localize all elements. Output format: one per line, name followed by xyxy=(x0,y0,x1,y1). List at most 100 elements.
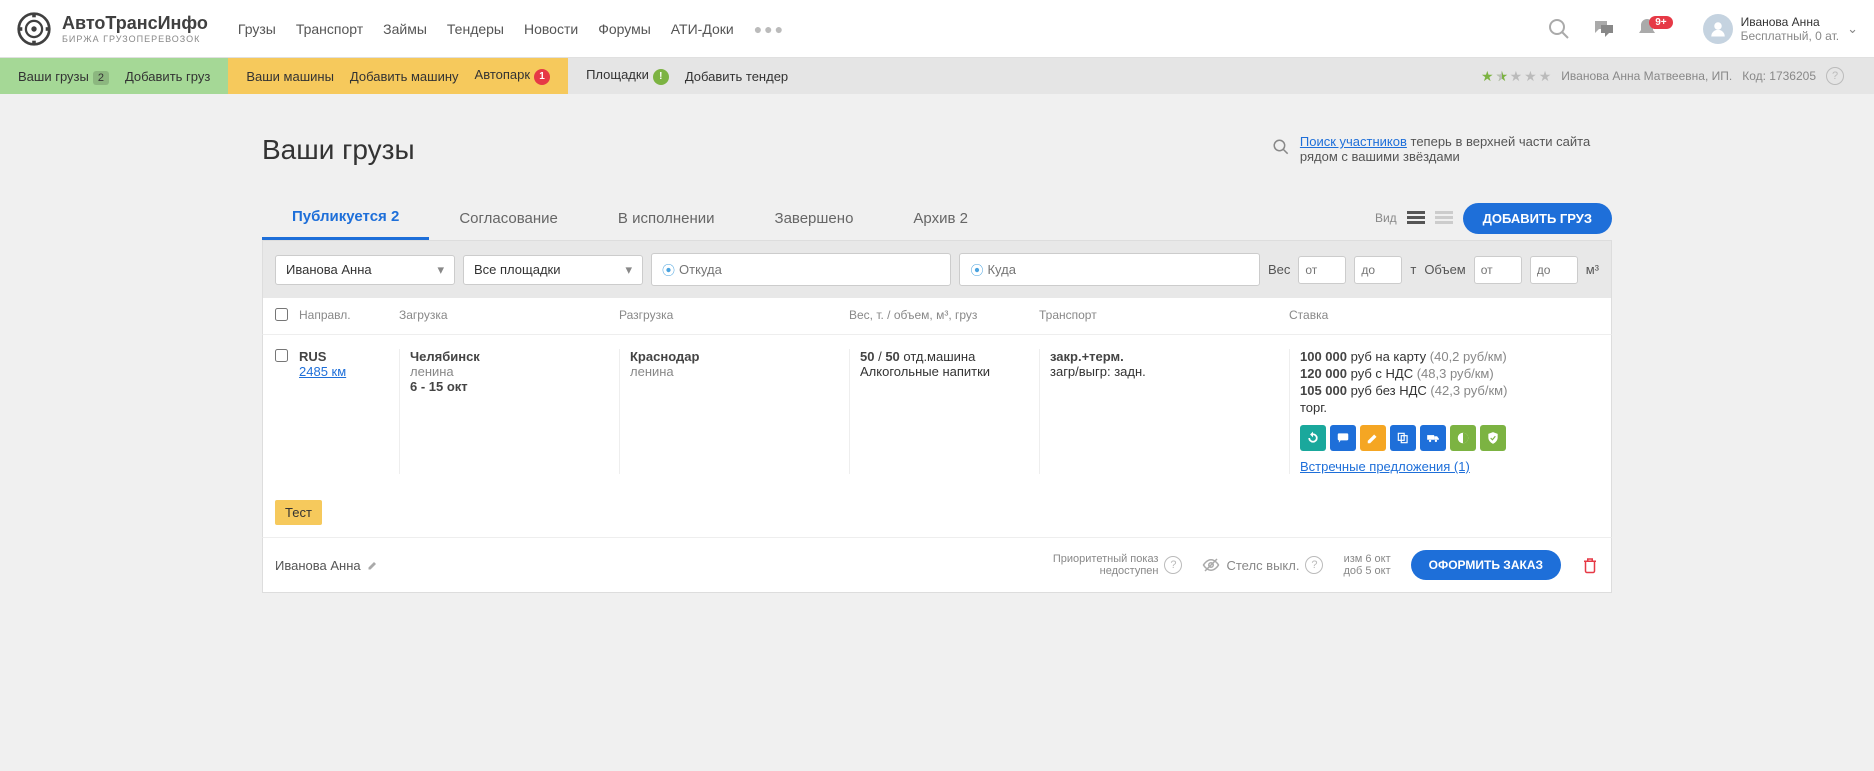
volume-unit: м³ xyxy=(1586,262,1599,277)
help-icon[interactable]: ? xyxy=(1164,556,1182,574)
account-name: Иванова Анна Матвеевна, ИП. xyxy=(1561,69,1732,83)
nav-more[interactable]: ●●● xyxy=(754,21,785,37)
country: RUS xyxy=(299,349,399,364)
owner-name: Иванова Анна xyxy=(275,558,361,573)
contrast-icon[interactable] xyxy=(1450,425,1476,451)
filter-user-select[interactable]: Иванова Анна▾ xyxy=(275,255,455,285)
filter-from-input[interactable]: ⦿ xyxy=(651,253,951,286)
subnav-your-vehicles[interactable]: Ваши машины xyxy=(246,69,334,84)
main-nav: Грузы Транспорт Займы Тендеры Новости Фо… xyxy=(238,21,785,37)
unload-city: Краснодар xyxy=(630,349,849,364)
row-footer: Иванова Анна Приоритетный показ недоступ… xyxy=(262,537,1612,593)
eye-off-icon xyxy=(1202,556,1220,574)
sub-nav: Ваши грузы2 Добавить груз Ваши машины До… xyxy=(0,58,1874,94)
subnav-add-cargo[interactable]: Добавить груз xyxy=(125,69,210,84)
tab-agreement[interactable]: Согласование xyxy=(429,198,588,239)
cargo-type: Алкогольные напитки xyxy=(860,364,1039,379)
volume-to-input[interactable] xyxy=(1530,256,1578,284)
weight-to-input[interactable] xyxy=(1354,256,1402,284)
nav-news[interactable]: Новости xyxy=(524,21,578,37)
shield-icon[interactable] xyxy=(1480,425,1506,451)
help-icon[interactable]: ? xyxy=(1305,556,1323,574)
th-weight: Вес, т. / объем, м³, груз xyxy=(849,308,1039,324)
comment-icon[interactable] xyxy=(1330,425,1356,451)
row-checkbox[interactable] xyxy=(275,349,288,362)
weight-unit: т xyxy=(1410,262,1416,277)
weight-from-input[interactable] xyxy=(1298,256,1346,284)
th-transport: Транспорт xyxy=(1039,308,1289,324)
th-unload: Разгрузка xyxy=(619,308,849,324)
weight-label: Вес xyxy=(1268,262,1290,277)
user-menu[interactable]: Иванова Анна Бесплатный, 0 ат. ⌄ xyxy=(1703,14,1858,44)
load-address: ленина xyxy=(410,364,619,379)
tab-archive[interactable]: Архив 2 xyxy=(883,198,998,239)
notice-link[interactable]: Поиск участников xyxy=(1300,134,1407,149)
nav-transport[interactable]: Транспорт xyxy=(296,21,363,37)
logo-subtitle: БИРЖА ГРУЗОПЕРЕВОЗОК xyxy=(62,34,208,44)
filter-sites-select[interactable]: Все площадки▾ xyxy=(463,255,643,285)
volume-label: Объем xyxy=(1424,262,1465,277)
volume-from-input[interactable] xyxy=(1474,256,1522,284)
search-icon[interactable] xyxy=(1547,17,1571,41)
page-title: Ваши грузы xyxy=(262,134,415,166)
truck-icon[interactable] xyxy=(1420,425,1446,451)
th-direction: Направл. xyxy=(299,308,399,324)
order-button[interactable]: ОФОРМИТЬ ЗАКАЗ xyxy=(1411,550,1561,580)
notice: Поиск участников теперь в верхней части … xyxy=(1272,134,1612,164)
nav-tenders[interactable]: Тендеры xyxy=(447,21,504,37)
modified-date: изм 6 окт xyxy=(1343,553,1390,565)
negotiable: торг. xyxy=(1300,400,1599,415)
view-label: Вид xyxy=(1375,211,1397,225)
user-plan: Бесплатный, 0 ат. xyxy=(1741,29,1840,43)
added-date: доб 5 окт xyxy=(1343,565,1390,577)
search-icon xyxy=(1272,134,1290,160)
select-all-checkbox[interactable] xyxy=(275,308,288,321)
transport-type: закр.+терм. xyxy=(1050,349,1289,364)
subnav-add-tender[interactable]: Добавить тендер xyxy=(685,69,788,84)
view-list-icon[interactable] xyxy=(1407,211,1425,225)
pin-icon: ⦿ xyxy=(970,260,983,279)
main-header: АвтоТрансИнфо БИРЖА ГРУЗОПЕРЕВОЗОК Грузы… xyxy=(0,0,1874,58)
th-rate: Ставка xyxy=(1289,308,1599,324)
subnav-sites[interactable]: Площадки! xyxy=(586,67,669,85)
rating-stars[interactable]: ★★★★★★ xyxy=(1481,68,1551,85)
chevron-down-icon: ⌄ xyxy=(1847,21,1858,37)
tab-executing[interactable]: В исполнении xyxy=(588,198,745,239)
subnav-your-cargo[interactable]: Ваши грузы2 xyxy=(18,69,109,84)
pin-icon: ⦿ xyxy=(662,260,675,279)
nav-docs[interactable]: АТИ-Доки xyxy=(671,21,734,37)
th-load: Загрузка xyxy=(399,308,619,324)
subnav-autopark[interactable]: Автопарк1 xyxy=(475,67,551,85)
table-header: Направл. Загрузка Разгрузка Вес, т. / об… xyxy=(262,298,1612,335)
filter-to-input[interactable]: ⦿ xyxy=(959,253,1259,286)
tag-test[interactable]: Тест xyxy=(275,500,322,525)
distance-link[interactable]: 2485 км xyxy=(299,364,399,379)
help-icon[interactable]: ? xyxy=(1826,67,1844,85)
tab-publishing[interactable]: Публикуется 2 xyxy=(262,196,429,240)
table-row: RUS 2485 км Челябинск ленина 6 - 15 окт … xyxy=(262,335,1612,488)
refresh-icon[interactable] xyxy=(1300,425,1326,451)
subnav-add-vehicle[interactable]: Добавить машину xyxy=(350,69,459,84)
filter-bar: Иванова Анна▾ Все площадки▾ ⦿ ⦿ Вес т Об… xyxy=(262,241,1612,298)
nav-cargo[interactable]: Грузы xyxy=(238,21,276,37)
copy-icon[interactable] xyxy=(1390,425,1416,451)
load-city: Челябинск xyxy=(410,349,619,364)
logo-title: АвтоТрансИнфо xyxy=(62,13,208,34)
edit-icon[interactable] xyxy=(1360,425,1386,451)
user-name: Иванова Анна xyxy=(1741,15,1840,29)
counter-offers-link[interactable]: Встречные предложения (1) xyxy=(1300,459,1470,474)
add-cargo-button[interactable]: ДОБАВИТЬ ГРУЗ xyxy=(1463,203,1612,234)
logo[interactable]: АвтоТрансИнфо БИРЖА ГРУЗОПЕРЕВОЗОК xyxy=(16,11,208,47)
edit-icon[interactable] xyxy=(367,559,379,571)
nav-loans[interactable]: Займы xyxy=(383,21,427,37)
chat-icon[interactable] xyxy=(1591,17,1615,41)
account-code: Код: 1736205 xyxy=(1742,69,1816,83)
view-grid-icon[interactable] xyxy=(1435,211,1453,225)
nav-forums[interactable]: Форумы xyxy=(598,21,651,37)
tabs: Публикуется 2 Согласование В исполнении … xyxy=(262,196,1612,241)
notif-badge: 9+ xyxy=(1649,16,1672,29)
tab-done[interactable]: Завершено xyxy=(745,198,884,239)
transport-detail: загр/выгр: задн. xyxy=(1050,364,1289,379)
trash-icon[interactable] xyxy=(1581,556,1599,574)
avatar xyxy=(1703,14,1733,44)
